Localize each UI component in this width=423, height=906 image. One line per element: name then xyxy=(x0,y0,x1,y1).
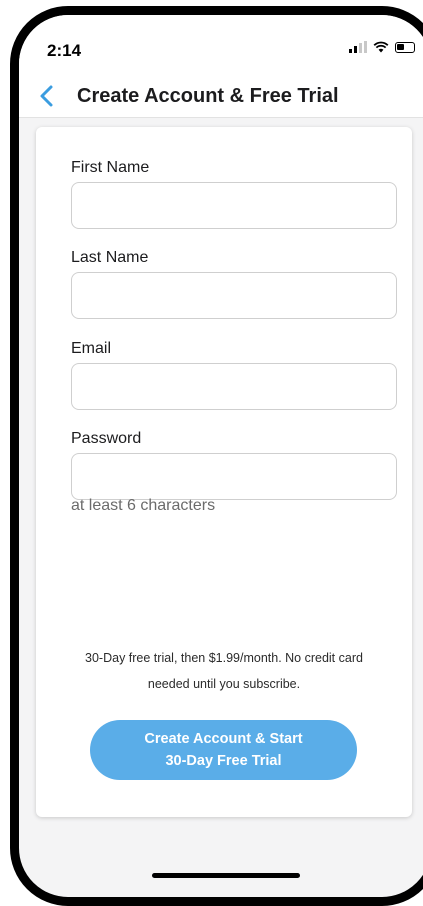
trial-disclaimer: 30-Day free trial, then $1.99/month. No … xyxy=(56,645,392,697)
password-hint: at least 6 characters xyxy=(71,497,216,514)
create-account-button[interactable]: Create Account & Start 30-Day Free Trial xyxy=(90,720,357,780)
disclaimer-line-1: 30-Day free trial, then $1.99/month. No … xyxy=(85,651,363,665)
cellular-signal-icon xyxy=(349,41,367,53)
cta-label-line-2: 30-Day Free Trial xyxy=(165,753,282,769)
cta-label-line-1: Create Account & Start xyxy=(144,731,303,747)
status-icons xyxy=(349,41,415,53)
password-label: Password xyxy=(71,430,142,447)
signup-form-card: First Name Last Name Email Password at l… xyxy=(36,127,412,817)
back-chevron-icon[interactable] xyxy=(35,83,59,109)
password-field[interactable] xyxy=(71,453,397,500)
first-name-field[interactable] xyxy=(71,182,397,229)
last-name-field[interactable] xyxy=(71,272,397,319)
phone-frame: 2:14 Create Account & Free Trial First N… xyxy=(10,6,423,906)
first-name-label: First Name xyxy=(71,159,150,176)
status-time: 2:14 xyxy=(47,41,82,60)
email-field[interactable] xyxy=(71,363,397,410)
disclaimer-line-2: needed until you subscribe. xyxy=(147,677,301,691)
home-indicator[interactable] xyxy=(152,873,300,878)
navigation-bar: Create Account & Free Trial xyxy=(19,75,423,118)
status-bar: 2:14 xyxy=(19,15,423,75)
battery-icon xyxy=(395,41,415,53)
wifi-icon xyxy=(373,41,389,53)
page-title: Create Account & Free Trial xyxy=(77,85,339,107)
last-name-label: Last Name xyxy=(71,249,149,266)
email-label: Email xyxy=(71,340,112,357)
